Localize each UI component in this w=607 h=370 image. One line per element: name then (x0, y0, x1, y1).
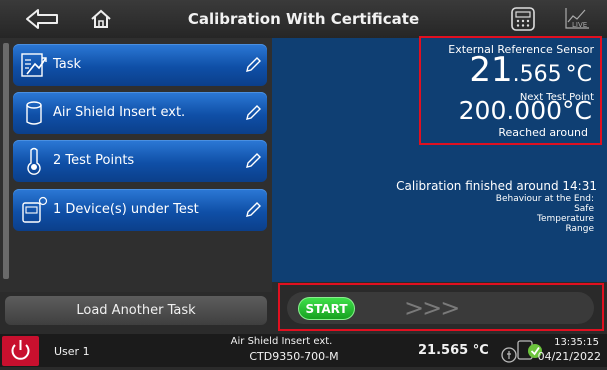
sensor-value: 21.565 °C (469, 52, 592, 94)
home-icon (91, 9, 111, 28)
calculator-button[interactable] (508, 4, 538, 34)
behaviour-value-1: Safe (574, 204, 594, 214)
behaviour-value-3: Range (565, 224, 594, 234)
start-button[interactable]: START (298, 297, 355, 320)
devices-label: 1 Device(s) under Test (53, 202, 199, 217)
edit-pencil-icon[interactable] (243, 103, 263, 123)
scrollbar[interactable] (3, 43, 9, 279)
edit-pencil-icon[interactable] (243, 200, 263, 220)
insert-button[interactable]: Air Shield Insert ext. (13, 92, 267, 134)
thermometer-icon (27, 147, 41, 175)
insert-label: Air Shield Insert ext. (53, 105, 186, 120)
behaviour-label: Behaviour at the End: (495, 194, 594, 204)
reached-around-label: Reached around (498, 126, 588, 139)
task-icon (21, 53, 47, 77)
edit-pencil-icon[interactable] (243, 151, 263, 171)
live-chart-icon: LIVE (565, 8, 589, 29)
device-icon (22, 196, 48, 223)
sensor-value-int: 21 (469, 50, 513, 90)
footer-date: 04/21/2022 (537, 350, 601, 363)
devices-button[interactable]: 1 Device(s) under Test (13, 189, 267, 231)
calculator-icon (511, 7, 535, 31)
insert-icon (26, 101, 42, 125)
back-button[interactable] (22, 4, 62, 34)
behaviour-value-2: Temperature (536, 214, 594, 224)
test-points-button[interactable]: 2 Test Points (13, 140, 267, 182)
home-button[interactable] (86, 4, 116, 34)
header-bar: Calibration With Certificate LIVE (0, 0, 607, 38)
task-label: Task (53, 57, 82, 72)
next-test-point-value: 200.000°C (459, 97, 592, 128)
test-points-label: 2 Test Points (53, 153, 135, 168)
calibration-finished-text: Calibration finished around 14:31 (396, 179, 597, 193)
task-button[interactable]: Task (13, 44, 267, 86)
next-value-dec: .000 (506, 96, 563, 125)
footer-time: 13:35:15 (554, 337, 599, 348)
next-value-int: 200 (458, 96, 507, 125)
back-arrow-icon (26, 9, 58, 29)
load-another-task-button[interactable]: Load Another Task (5, 296, 267, 325)
sensor-unit: °C (565, 62, 592, 87)
live-label: LIVE (572, 21, 587, 29)
slide-arrows-icon: >>> (404, 294, 460, 322)
live-chart-button[interactable]: LIVE (562, 4, 592, 34)
sensor-readout-box: External Reference Sensor 21.565 °C Next … (419, 36, 602, 145)
next-unit: °C (562, 96, 592, 125)
sensor-value-dec: .565 (512, 62, 562, 87)
edit-pencil-icon[interactable] (243, 55, 263, 75)
footer-temperature: 21.565 °C (418, 343, 489, 358)
